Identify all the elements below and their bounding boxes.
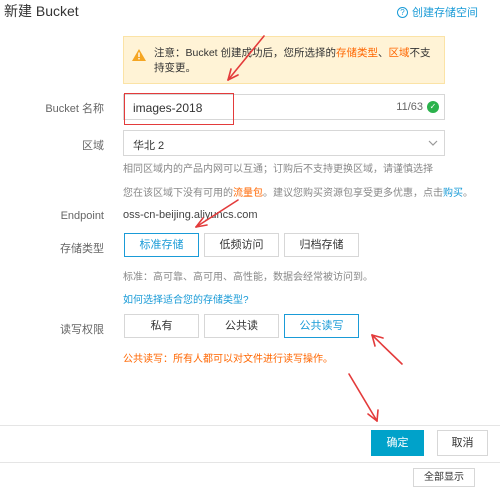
notice-banner: 注意：Bucket 创建成功后，您所选择的存储类型、区域不支持变更。 bbox=[123, 36, 445, 84]
pkg-middle: 。建议您购买资源包享受更多优惠，点击 bbox=[263, 188, 443, 199]
pkg-prefix: 您在该区域下没有可用的 bbox=[123, 188, 233, 199]
confirm-button[interactable]: 确定 bbox=[371, 430, 424, 456]
annotation-arrow-acl bbox=[371, 334, 403, 365]
endpoint-value: oss-cn-beijing.aliyuncs.com bbox=[123, 209, 258, 221]
acl-warning: 公共读写：所有人都可以对文件进行读写操作。 bbox=[123, 354, 333, 365]
acl-label: 读写权限 bbox=[60, 324, 104, 336]
create-bucket-help-link[interactable]: ? 创建存储空间 bbox=[397, 4, 478, 20]
notice-storage-type: 存储类型 bbox=[336, 47, 379, 59]
check-circle-icon: ✓ bbox=[427, 101, 439, 113]
question-circle-icon: ? bbox=[397, 6, 408, 18]
region-select[interactable]: 华北 2 bbox=[123, 130, 445, 156]
storage-type-help-link[interactable]: 如何选择适合您的存储类型? bbox=[123, 291, 249, 306]
pkg-suffix: 。 bbox=[463, 188, 473, 199]
acl-option-private[interactable]: 私有 bbox=[124, 314, 199, 338]
region-label: 区域 bbox=[82, 140, 104, 152]
notice-region: 区域 bbox=[388, 47, 410, 59]
show-all-button[interactable]: 全部显示 bbox=[413, 468, 475, 487]
storage-option-archive[interactable]: 归档存储 bbox=[284, 233, 359, 257]
cancel-button[interactable]: 取消 bbox=[437, 430, 488, 456]
storage-type-label: 存储类型 bbox=[60, 243, 104, 255]
bottom-divider bbox=[0, 462, 500, 463]
dialog-title: 新建 Bucket bbox=[4, 3, 79, 19]
bucket-name-input[interactable]: images-2018 11/63 ✓ bbox=[123, 94, 445, 120]
traffic-package-link[interactable]: 流量包 bbox=[233, 188, 263, 199]
storage-option-standard[interactable]: 标准存储 bbox=[124, 233, 199, 257]
footer-divider bbox=[0, 425, 500, 426]
bucket-name-value: images-2018 bbox=[133, 101, 203, 115]
warning-icon bbox=[132, 49, 146, 61]
bucket-name-counter: 11/63 bbox=[396, 101, 423, 113]
acl-option-public-read-write[interactable]: 公共读写 bbox=[284, 314, 359, 338]
region-hint: 相同区域内的产品内网可以互通；订购后不支持更换区域，请谨慎选择 bbox=[123, 164, 433, 175]
storage-type-hint: 标准：高可靠、高可用、高性能，数据会经常被访问到。 bbox=[123, 272, 373, 283]
notice-text: 注意：Bucket 创建成功后，您所选择的存储类型、区域不支持变更。 bbox=[154, 46, 434, 76]
chevron-down-icon bbox=[428, 140, 438, 146]
storage-option-ia[interactable]: 低频访问 bbox=[204, 233, 279, 257]
buy-link[interactable]: 购买 bbox=[443, 188, 463, 199]
dialog-header: 新建 Bucket ? 创建存储空间 bbox=[0, 0, 500, 22]
annotation-arrow-confirm bbox=[348, 373, 379, 422]
notice-separator: 、 bbox=[378, 47, 389, 59]
endpoint-label: Endpoint bbox=[60, 210, 104, 222]
acl-option-public-read[interactable]: 公共读 bbox=[204, 314, 279, 338]
traffic-package-hint: 您在该区域下没有可用的流量包。建议您购买资源包享受更多优惠，点击购买。 bbox=[123, 184, 473, 199]
region-selected-value: 华北 2 bbox=[133, 140, 165, 152]
bucket-name-label: Bucket 名称 bbox=[45, 103, 104, 115]
notice-prefix: 注意：Bucket 创建成功后，您所选择的 bbox=[154, 47, 337, 59]
help-link-label: 创建存储空间 bbox=[412, 7, 478, 19]
